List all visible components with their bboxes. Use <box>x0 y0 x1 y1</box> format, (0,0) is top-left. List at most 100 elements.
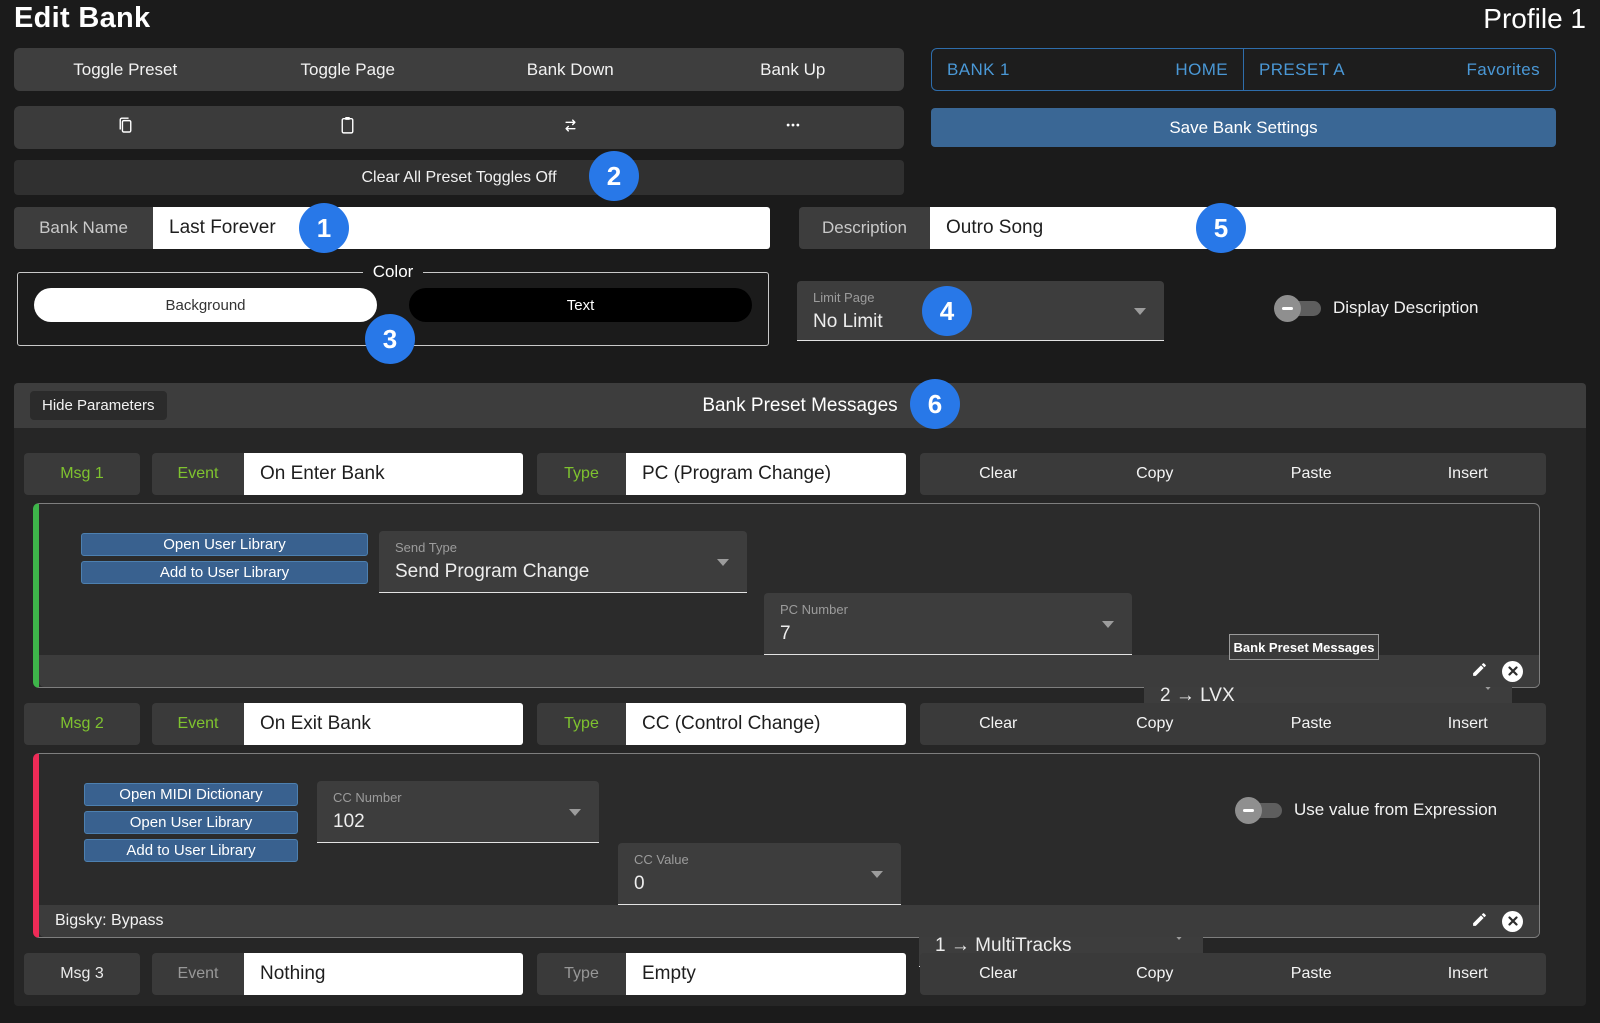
display-description-toggle[interactable] <box>1274 295 1321 322</box>
color-legend: Color <box>363 262 424 282</box>
copy-button[interactable] <box>14 106 237 149</box>
pc-number-label: PC Number <box>780 602 1116 617</box>
clear-all-toggles-button[interactable]: Clear All Preset Toggles Off <box>14 160 904 195</box>
delete-message-button-msg2[interactable] <box>1502 911 1523 932</box>
delete-message-button[interactable] <box>1502 661 1523 682</box>
edit-message-button-msg2[interactable] <box>1471 911 1488 931</box>
messages-section-header: Hide Parameters Bank Preset Messages <box>14 383 1586 428</box>
step-badge-5: 5 <box>1196 203 1246 253</box>
paste-icon <box>337 113 358 142</box>
bank-up-button[interactable]: Bank Up <box>682 48 905 91</box>
swap-button[interactable] <box>459 106 682 149</box>
pc-number-dropdown[interactable]: PC Number 7 <box>764 593 1132 655</box>
msg1-event-select[interactable]: On Enter Bank <box>244 453 523 495</box>
tab-home[interactable]: HOME <box>1175 60 1228 80</box>
send-type-label: Send Type <box>395 540 731 555</box>
toggle-knob <box>1274 295 1301 322</box>
toggle-page-button[interactable]: Toggle Page <box>237 48 460 91</box>
copy-icon <box>115 113 136 142</box>
msg2-chip[interactable]: Msg 2 <box>24 703 140 745</box>
msg1-insert-button[interactable]: Insert <box>1390 453 1547 495</box>
msg3-chip[interactable]: Msg 3 <box>24 953 140 995</box>
msg2-type-label: Type <box>537 703 626 745</box>
msg3-paste-button[interactable]: Paste <box>1233 953 1390 995</box>
limit-page-label: Limit Page <box>813 290 1148 305</box>
msg2-type-select[interactable]: CC (Control Change) <box>626 703 906 745</box>
msg3-event-select[interactable]: Nothing <box>244 953 523 995</box>
msg3-insert-button[interactable]: Insert <box>1390 953 1547 995</box>
edit-message-button[interactable] <box>1471 661 1488 681</box>
limit-page-dropdown[interactable]: Limit Page No Limit <box>797 281 1164 341</box>
more-icon <box>784 116 802 139</box>
send-type-dropdown[interactable]: Send Type Send Program Change <box>379 531 747 593</box>
display-description-row: Display Description <box>1274 288 1479 328</box>
open-user-library-button-msg2[interactable]: Open User Library <box>84 811 298 834</box>
chevron-down-icon <box>1102 621 1114 628</box>
msg3-type-select[interactable]: Empty <box>626 953 906 995</box>
preset-tab-cell: PRESET A Favorites <box>1243 49 1555 90</box>
cc-number-dropdown[interactable]: CC Number 102 <box>317 781 599 843</box>
add-to-user-library-button-msg2[interactable]: Add to User Library <box>84 839 298 862</box>
use-expression-row: Use value from Expression <box>1235 790 1497 830</box>
clear-all-toggles-label: Clear All Preset Toggles Off <box>361 169 556 187</box>
tab-bank[interactable]: BANK 1 <box>947 60 1010 80</box>
bank-down-button[interactable]: Bank Down <box>459 48 682 91</box>
add-to-user-library-button[interactable]: Add to User Library <box>81 561 368 584</box>
msg3-actions: Clear Copy Paste Insert <box>920 953 1546 995</box>
bank-preset-messages-tooltip: Bank Preset Messages <box>1229 634 1379 660</box>
bank-name-input[interactable] <box>153 207 770 249</box>
msg2-clear-button[interactable]: Clear <box>920 703 1077 745</box>
msg2-copy-button[interactable]: Copy <box>1077 703 1234 745</box>
text-color-button[interactable]: Text <box>409 288 752 322</box>
msg2-event-select[interactable]: On Exit Bank <box>244 703 523 745</box>
chevron-down-icon <box>871 871 883 878</box>
page-title: Edit Bank <box>14 2 150 35</box>
msg2-insert-button[interactable]: Insert <box>1390 703 1547 745</box>
chevron-down-icon <box>569 809 581 816</box>
msg1-clear-button[interactable]: Clear <box>920 453 1077 495</box>
paste-button[interactable] <box>237 106 460 149</box>
tab-favorites[interactable]: Favorites <box>1466 60 1540 80</box>
pc-number-value: 7 <box>780 623 1116 645</box>
save-bank-settings-button[interactable]: Save Bank Settings <box>931 108 1556 147</box>
more-button[interactable] <box>682 106 905 149</box>
display-description-label: Display Description <box>1333 298 1479 318</box>
hide-parameters-button[interactable]: Hide Parameters <box>30 391 167 420</box>
msg1-detail-panel: Open User Library Add to User Library Se… <box>33 503 1540 688</box>
swap-icon <box>561 116 580 140</box>
breadcrumb-tabs: BANK 1 HOME PRESET A Favorites <box>931 48 1556 91</box>
msg1-type-select[interactable]: PC (Program Change) <box>626 453 906 495</box>
msg1-event-label: Event <box>152 453 244 495</box>
bank-tab-cell: BANK 1 HOME <box>932 49 1243 90</box>
msg2-footer-label: Bigsky: Bypass <box>55 912 163 930</box>
msg1-copy-button[interactable]: Copy <box>1077 453 1234 495</box>
msg3-clear-button[interactable]: Clear <box>920 953 1077 995</box>
pencil-icon <box>1471 661 1488 681</box>
open-user-library-button[interactable]: Open User Library <box>81 533 368 556</box>
msg2-paste-button[interactable]: Paste <box>1233 703 1390 745</box>
msg2-detail-panel: Open MIDI Dictionary Open User Library A… <box>33 753 1540 938</box>
profile-label: Profile 1 <box>1483 3 1586 35</box>
messages-section-title: Bank Preset Messages <box>14 395 1586 417</box>
cc-value-label: CC Value <box>634 852 885 867</box>
background-color-button[interactable]: Background <box>34 288 377 322</box>
msg1-chip[interactable]: Msg 1 <box>24 453 140 495</box>
msg3-copy-button[interactable]: Copy <box>1077 953 1234 995</box>
use-expression-toggle[interactable] <box>1235 797 1282 824</box>
step-badge-1: 1 <box>299 203 349 253</box>
toggle-preset-button[interactable]: Toggle Preset <box>14 48 237 91</box>
step-badge-3: 3 <box>365 314 415 364</box>
msg1-paste-button[interactable]: Paste <box>1233 453 1390 495</box>
step-badge-2: 2 <box>589 151 639 201</box>
cc-number-label: CC Number <box>333 790 583 805</box>
open-midi-dictionary-button[interactable]: Open MIDI Dictionary <box>84 783 298 806</box>
msg2-actions: Clear Copy Paste Insert <box>920 703 1546 745</box>
msg3-event-label: Event <box>152 953 244 995</box>
bank-clipboard-toolbar <box>14 106 904 149</box>
cc-value-dropdown[interactable]: CC Value 0 <box>618 843 901 905</box>
msg2-panel-footer: Bigsky: Bypass <box>39 905 1539 937</box>
chevron-down-icon <box>717 559 729 566</box>
step-badge-4: 4 <box>922 286 972 336</box>
tab-preset[interactable]: PRESET A <box>1259 60 1345 80</box>
chevron-down-icon <box>1134 308 1146 315</box>
